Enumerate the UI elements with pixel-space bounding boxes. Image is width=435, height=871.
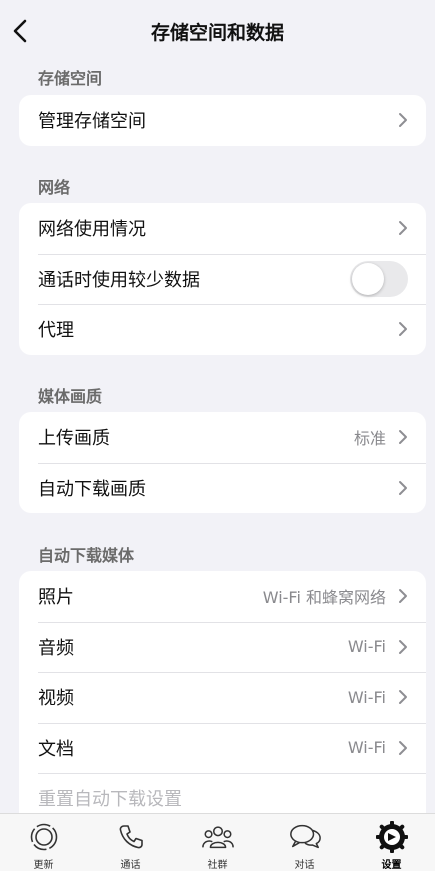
tab-updates[interactable]: 更新 (0, 814, 87, 871)
tab-chats[interactable]: 对话 (261, 814, 348, 871)
network-card: 网络使用情况 通话时使用较少数据 代理 (19, 203, 426, 355)
low-data-calls-label: 通话时使用较少数据 (38, 269, 200, 291)
network-usage-row[interactable]: 网络使用情况 (19, 203, 426, 254)
video-row[interactable]: 视频 Wi-Fi (19, 672, 426, 723)
audio-value: Wi-Fi (347, 637, 386, 657)
audio-label: 音频 (38, 637, 74, 659)
back-button[interactable] (6, 14, 34, 48)
proxy-label: 代理 (38, 320, 74, 342)
tab-communities-label: 社群 (207, 860, 228, 871)
navigation-bar: 存储空间和数据 (0, 0, 435, 62)
chevron-right-icon (398, 480, 410, 496)
upload-quality-row[interactable]: 上传画质 标准 (19, 412, 426, 463)
settings-icon (375, 820, 409, 854)
back-icon (13, 19, 27, 43)
photos-value: Wi-Fi 和蜂窝网络 (262, 588, 386, 608)
auto-download-media-card: 照片 Wi-Fi 和蜂窝网络 音频 Wi-Fi 视频 Wi-Fi 文档 Wi-F… (19, 571, 426, 824)
updates-icon (27, 820, 61, 854)
documents-label: 文档 (38, 738, 74, 760)
audio-row[interactable]: 音频 Wi-Fi (19, 621, 426, 673)
network-usage-label: 网络使用情况 (38, 219, 146, 241)
phone-icon (114, 820, 148, 854)
section-title-network: 网络 (38, 178, 71, 197)
chevron-right-icon (398, 220, 410, 236)
media-quality-card: 上传画质 标准 自动下载画质 (19, 412, 426, 513)
upload-quality-label: 上传画质 (38, 428, 110, 450)
video-label: 视频 (38, 688, 74, 710)
tab-chats-label: 对话 (294, 860, 315, 871)
reset-auto-download-label: 重置自动下载设置 (38, 789, 182, 811)
chevron-right-icon (398, 740, 410, 756)
chevron-right-icon (398, 588, 410, 604)
low-data-calls-toggle[interactable] (350, 260, 408, 297)
manage-storage-row[interactable]: 管理存储空间 (19, 95, 426, 146)
tab-settings-label: 设置 (381, 860, 402, 871)
proxy-row[interactable]: 代理 (19, 304, 426, 355)
tab-calls[interactable]: 通话 (87, 814, 174, 871)
chats-icon (288, 820, 322, 854)
photos-label: 照片 (38, 587, 74, 609)
section-title-auto-download-media: 自动下载媒体 (38, 546, 135, 565)
chevron-right-icon (398, 429, 410, 445)
chevron-right-icon (398, 639, 410, 655)
communities-icon (201, 820, 235, 854)
page-title: 存储空间和数据 (150, 21, 284, 44)
manage-storage-label: 管理存储空间 (38, 111, 146, 133)
auto-download-quality-row[interactable]: 自动下载画质 (19, 462, 426, 514)
documents-row[interactable]: 文档 Wi-Fi (19, 722, 426, 774)
video-value: Wi-Fi (347, 687, 386, 707)
toggle-knob (352, 262, 384, 295)
tab-settings[interactable]: 设置 (348, 814, 435, 871)
storage-card: 管理存储空间 (19, 95, 426, 146)
section-title-storage: 存储空间 (38, 69, 103, 88)
chevron-right-icon (398, 689, 410, 705)
tab-bar: 更新 通话 社群 对话 设置 (0, 813, 435, 871)
auto-download-quality-label: 自动下载画质 (38, 478, 146, 500)
documents-value: Wi-Fi (347, 738, 386, 758)
chevron-right-icon (398, 112, 410, 128)
tab-calls-label: 通话 (120, 860, 141, 871)
upload-quality-value: 标准 (353, 429, 386, 449)
low-data-calls-row: 通话时使用较少数据 (19, 253, 426, 305)
section-title-media-quality: 媒体画质 (38, 387, 103, 406)
tab-updates-label: 更新 (33, 860, 54, 871)
photos-row[interactable]: 照片 Wi-Fi 和蜂窝网络 (19, 571, 426, 622)
tab-communities[interactable]: 社群 (174, 814, 261, 871)
chevron-right-icon (398, 321, 410, 337)
